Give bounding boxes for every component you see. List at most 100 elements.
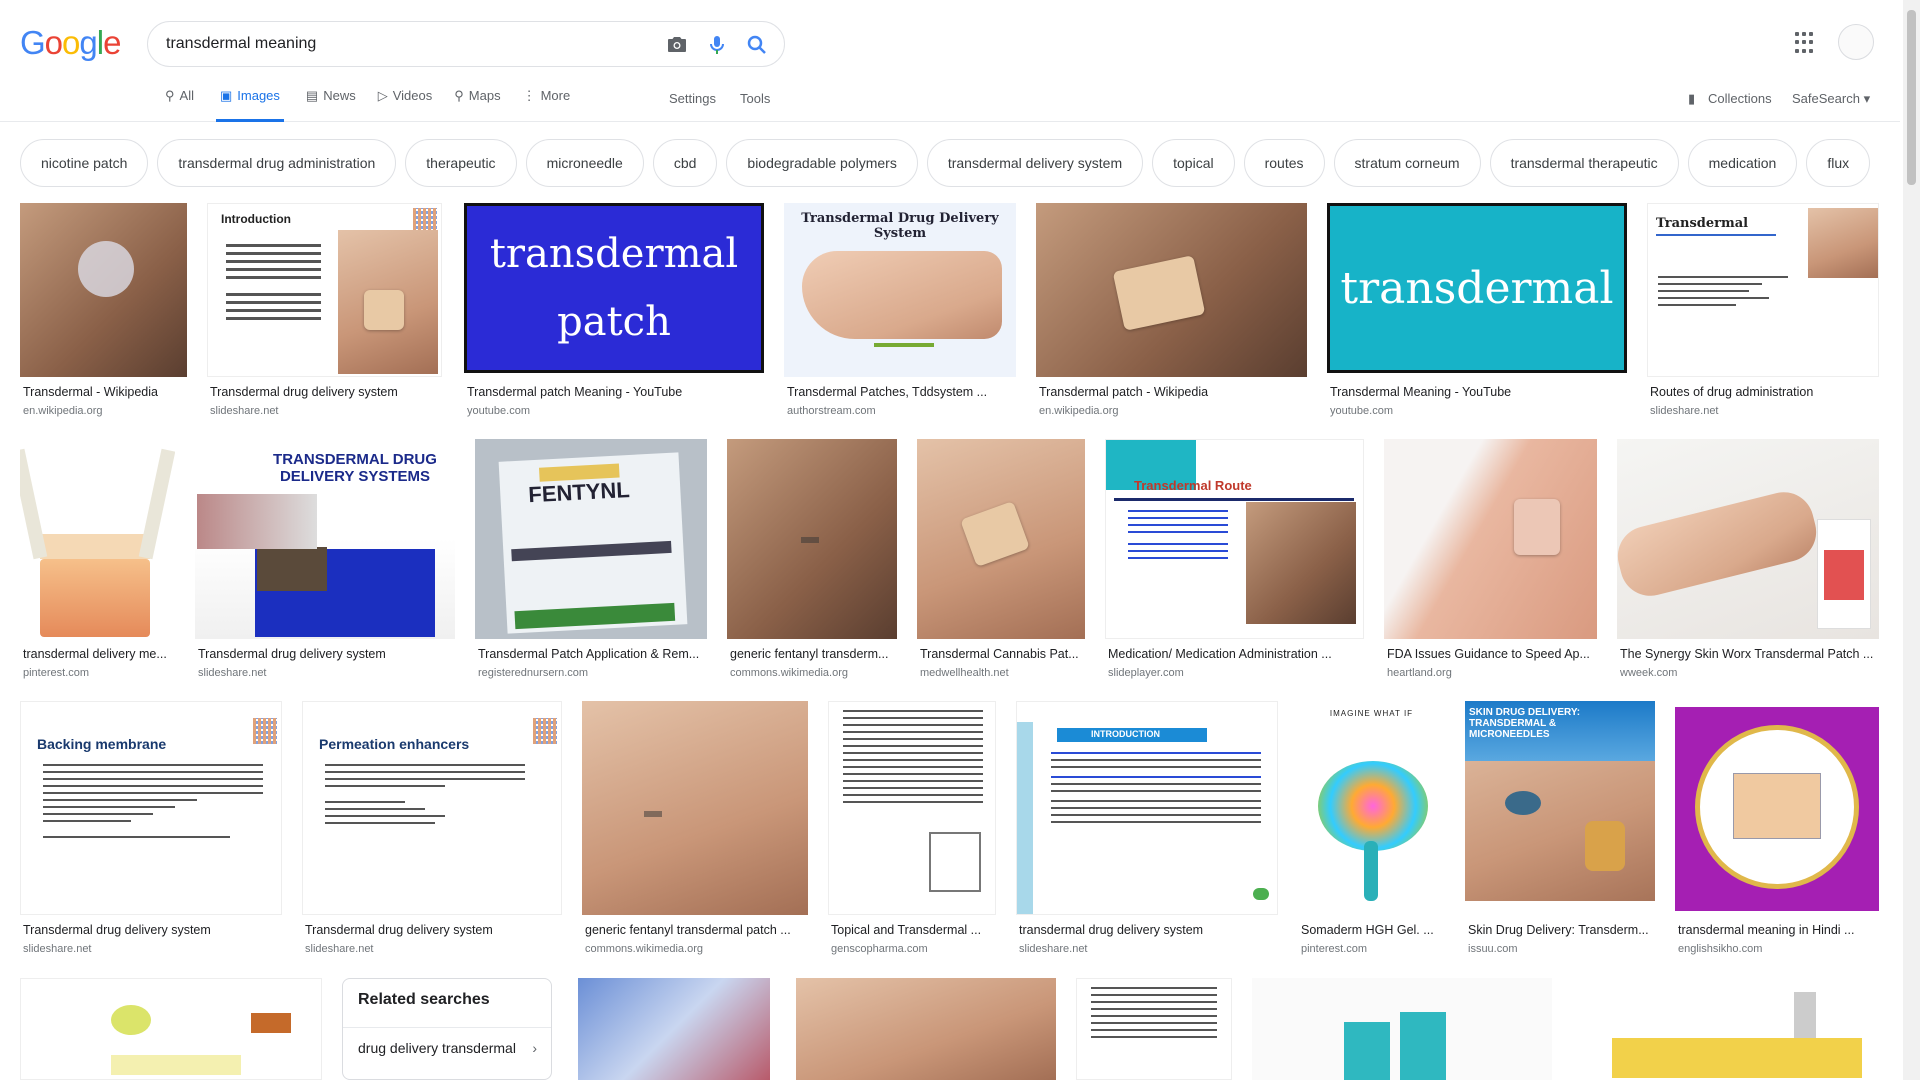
slide-title: Introduction xyxy=(221,212,291,226)
tab-maps[interactable]: ⚲ Maps xyxy=(454,88,500,122)
tab-news[interactable]: ▤ News xyxy=(306,88,356,122)
collections-icon[interactable]: ▮ xyxy=(1688,91,1695,107)
safesearch-link[interactable]: SafeSearch ▾ xyxy=(1792,91,1870,107)
related-chips: nicotine patch transdermal drug administ… xyxy=(20,139,1871,187)
result-thumbnail xyxy=(828,701,996,915)
chip[interactable]: transdermal therapeutic xyxy=(1489,139,1679,187)
tab-more[interactable]: ⋮ More xyxy=(523,88,571,122)
image-result[interactable] xyxy=(796,978,1056,1080)
slide-title: Transdermal xyxy=(1656,216,1749,231)
chip[interactable]: stratum corneum xyxy=(1333,139,1481,187)
camera-icon[interactable] xyxy=(665,33,689,57)
result-caption: Transdermal drug delivery system xyxy=(198,647,386,661)
video-icon: ▷ xyxy=(377,88,388,103)
slide-title: Backing membrane xyxy=(37,736,167,752)
google-logo[interactable]: Google xyxy=(20,24,121,62)
tab-images[interactable]: ▣ Images xyxy=(215,88,284,122)
result-caption: Somaderm HGH Gel. ... xyxy=(1301,923,1434,937)
chip[interactable]: biodegradable polymers xyxy=(726,139,918,187)
scrollbar-thumb[interactable] xyxy=(1907,10,1916,185)
chip[interactable]: nicotine patch xyxy=(20,139,149,187)
search-input[interactable] xyxy=(166,33,636,55)
search-icon[interactable] xyxy=(745,33,769,57)
mic-icon[interactable] xyxy=(705,33,729,57)
chip[interactable]: routes xyxy=(1243,139,1325,187)
scrollbar[interactable] xyxy=(1903,0,1920,1080)
result-caption: Skin Drug Delivery: Transderm... xyxy=(1468,923,1649,937)
image-result[interactable]: Transdermal Drug Delivery System Transde… xyxy=(784,203,1016,418)
result-caption: Medication/ Medication Administration ..… xyxy=(1108,647,1332,661)
chip[interactable]: therapeutic xyxy=(405,139,517,187)
result-thumbnail: IMAGINE WHAT IF xyxy=(1298,701,1445,915)
chip[interactable]: transdermal drug administration xyxy=(157,139,397,187)
slide-title: Transdermal Route xyxy=(1134,478,1252,493)
result-caption: Transdermal patch Meaning - YouTube xyxy=(467,385,683,399)
settings-link[interactable]: Settings xyxy=(669,91,716,106)
chip[interactable]: flux xyxy=(1806,139,1871,187)
result-thumbnail xyxy=(1617,439,1879,639)
image-result[interactable] xyxy=(1076,978,1232,1080)
image-result[interactable]: Transdermal Cannabis Pat... medwellhealt… xyxy=(917,439,1085,679)
apps-icon[interactable] xyxy=(1795,32,1817,54)
image-result[interactable]: transdermal delivery me... pinterest.com xyxy=(20,439,175,679)
result-source: englishsikho.com xyxy=(1678,943,1763,955)
tab-all[interactable]: ⚲ All xyxy=(165,88,194,122)
result-thumbnail xyxy=(1252,978,1552,1080)
image-result[interactable]: IMAGINE WHAT IF Somaderm HGH Gel. ... pi… xyxy=(1298,701,1445,959)
tab-label: Maps xyxy=(468,88,501,103)
image-result[interactable]: Backing membrane Transdermal drug delive… xyxy=(20,701,282,959)
image-result[interactable]: FDA Issues Guidance to Speed Ap... heart… xyxy=(1384,439,1597,679)
image-result[interactable]: generic fentanyl transderm... commons.wi… xyxy=(727,439,897,679)
image-result[interactable]: Introduction Transdermal drug delivery s… xyxy=(207,203,442,418)
image-result[interactable]: The Synergy Skin Worx Transdermal Patch … xyxy=(1617,439,1879,679)
image-result[interactable] xyxy=(20,978,322,1080)
chevron-down-icon: ▾ xyxy=(1863,91,1871,106)
result-source: medwellhealth.net xyxy=(920,667,1009,679)
image-result[interactable]: Transdermal patch - Wikipedia en.wikiped… xyxy=(1036,203,1307,418)
image-result[interactable]: TRANSDERMAL DRUG DELIVERY SYSTEMS Transd… xyxy=(195,439,455,679)
image-result[interactable]: Transdermal - Wikipedia en.wikipedia.org xyxy=(20,203,187,418)
related-searches-panel: Related searches drug delivery transderm… xyxy=(342,978,552,1080)
image-result[interactable]: Transdermal Routes of drug administratio… xyxy=(1647,203,1879,418)
result-thumbnail: FENTYNL xyxy=(475,439,707,639)
image-result[interactable]: Topical and Transdermal ... genscopharma… xyxy=(828,701,996,959)
result-thumbnail xyxy=(1572,978,1879,1080)
slide-title: INTRODUCTION xyxy=(1091,729,1160,739)
image-result[interactable]: SKIN DRUG DELIVERY: TRANSDERMAL & MICRON… xyxy=(1465,701,1655,959)
image-result[interactable]: generic fentanyl transdermal patch ... c… xyxy=(582,701,808,959)
image-result[interactable]: transdermal patch Transdermal patch Mean… xyxy=(464,203,764,418)
chip[interactable]: medication xyxy=(1687,139,1798,187)
image-result[interactable]: Permeation enhancers Transdermal drug de… xyxy=(302,701,562,959)
header: Google ⚲ All ▣ Images ▤ News ▷ Videos ⚲ Maps … xyxy=(0,0,1900,122)
result-thumbnail xyxy=(796,978,1056,1080)
slide-title: SKIN DRUG DELIVERY: TRANSDERMAL & MICRON… xyxy=(1469,707,1581,740)
avatar[interactable] xyxy=(1838,24,1874,60)
result-thumbnail: Transdermal xyxy=(1647,203,1879,377)
result-thumbnail xyxy=(1076,978,1232,1080)
tab-videos[interactable]: ▷ Videos xyxy=(378,88,433,122)
result-thumbnail xyxy=(582,701,808,915)
image-result[interactable]: INTRODUCTION transdermal drug delivery s… xyxy=(1016,701,1278,959)
result-source: slideplayer.com xyxy=(1108,667,1184,679)
collections-link[interactable]: Collections xyxy=(1708,91,1772,106)
result-thumbnail: INTRODUCTION xyxy=(1016,701,1278,915)
related-search-item[interactable]: drug delivery transdermal › xyxy=(343,1027,551,1071)
image-result[interactable]: transdermal Transdermal Meaning - YouTub… xyxy=(1327,203,1627,418)
related-search-label: drug delivery transdermal xyxy=(358,1040,516,1056)
chip[interactable]: topical xyxy=(1152,139,1235,187)
image-result[interactable]: Transdermal Route Medication/ Medication… xyxy=(1105,439,1364,679)
tools-link[interactable]: Tools xyxy=(740,91,770,106)
chip[interactable]: transdermal delivery system xyxy=(926,139,1144,187)
image-result[interactable]: FENTYNL Transdermal Patch Application & … xyxy=(475,439,707,679)
chip[interactable]: cbd xyxy=(652,139,718,187)
image-result[interactable]: transdermal meaning in Hindi ... english… xyxy=(1675,701,1879,959)
result-caption: Transdermal Patch Application & Rem... xyxy=(478,647,700,661)
image-result[interactable] xyxy=(578,978,770,1080)
result-source: slideshare.net xyxy=(210,405,279,417)
result-source: slideshare.net xyxy=(198,667,267,679)
image-result[interactable] xyxy=(1252,978,1552,1080)
chip[interactable]: microneedle xyxy=(525,139,644,187)
result-caption: Topical and Transdermal ... xyxy=(831,923,982,937)
image-result[interactable] xyxy=(1572,978,1879,1080)
result-caption: Transdermal Cannabis Pat... xyxy=(920,647,1079,661)
